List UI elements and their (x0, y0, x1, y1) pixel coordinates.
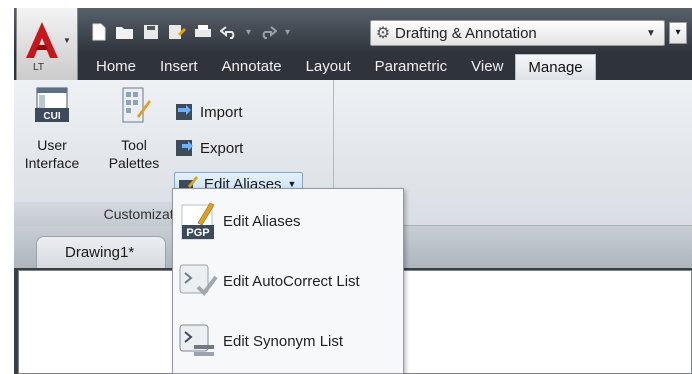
cui-icon: CUI (35, 87, 69, 122)
open-icon[interactable] (114, 21, 136, 43)
customize-qat-button[interactable]: ▾ (669, 22, 687, 44)
workspace-label: Drafting & Annotation (395, 24, 537, 42)
plot-icon[interactable] (192, 21, 214, 43)
ribbon-tabs: Home Insert Annotate Layout Parametric V… (14, 54, 692, 80)
export-button[interactable]: Export (174, 136, 243, 160)
redo-dropdown-icon[interactable]: ▾ (285, 27, 290, 38)
undo-dropdown-icon[interactable]: ▾ (246, 27, 251, 38)
tab-layout[interactable]: Layout (294, 54, 363, 80)
document-tab[interactable]: Drawing1* (36, 236, 166, 268)
export-icon (176, 140, 193, 156)
document-tab-label: Drawing1* (65, 244, 135, 261)
autocorrect-icon (179, 264, 218, 297)
quick-access-toolbar: ▾ ▾ (88, 18, 292, 46)
product-badge: LT (33, 62, 44, 73)
menu-item-label: Edit Synonym List (223, 332, 344, 350)
tab-view[interactable]: View (459, 54, 515, 80)
save-as-icon[interactable] (166, 21, 188, 43)
pgp-icon: PGP (181, 202, 215, 240)
undo-icon[interactable] (218, 21, 240, 43)
user-interface-label-2: Interface (24, 155, 80, 171)
cui-label: CUI (43, 111, 60, 122)
import-label: Import (200, 103, 243, 121)
tool-palettes-button[interactable]: Tool Palettes (102, 86, 166, 172)
tab-manage[interactable]: Manage (515, 54, 596, 80)
pgp-icon-label: PGP (186, 227, 209, 239)
import-icon (176, 104, 192, 120)
tab-annotate[interactable]: Annotate (210, 54, 294, 80)
user-interface-label-1: User (37, 137, 67, 153)
tab-parametric[interactable]: Parametric (363, 54, 460, 80)
tool-palettes-label-2: Palettes (108, 155, 160, 171)
workspace-switcher[interactable]: ⚙ Drafting & Annotation ▼ (370, 20, 665, 46)
title-bar: ▾ ▾ ⚙ Drafting & Annotation ▼ ▾ (14, 8, 692, 54)
synonym-icon (179, 324, 214, 356)
import-button[interactable]: Import (174, 100, 243, 124)
tab-home[interactable]: Home (84, 54, 148, 80)
menu-item-edit-aliases[interactable]: PGP Edit Aliases (173, 193, 403, 249)
save-icon[interactable] (140, 21, 162, 43)
tab-insert[interactable]: Insert (148, 54, 210, 80)
tool-palettes-icon (122, 87, 151, 123)
gear-icon: ⚙ (375, 25, 391, 42)
menu-item-label: Edit Aliases (223, 212, 301, 230)
new-icon[interactable] (88, 21, 110, 43)
chevron-down-icon: ▼ (63, 36, 71, 45)
menu-item-label: Edit AutoCorrect List (223, 272, 360, 290)
export-label: Export (200, 139, 244, 157)
autocad-logo-icon (26, 22, 58, 58)
redo-icon[interactable] (257, 21, 279, 43)
menu-item-edit-synonym[interactable]: Edit Synonym List (173, 313, 403, 369)
edit-aliases-menu: PGP Edit Aliases Edit AutoCorrect List E… (172, 188, 404, 374)
application-menu-button[interactable]: ▼ LT (16, 8, 78, 84)
menu-item-edit-autocorrect[interactable]: Edit AutoCorrect List (173, 253, 403, 309)
chevron-down-icon: ▼ (646, 27, 656, 39)
tool-palettes-label-1: Tool (121, 137, 147, 153)
user-interface-button[interactable]: CUI User Interface (20, 86, 84, 172)
